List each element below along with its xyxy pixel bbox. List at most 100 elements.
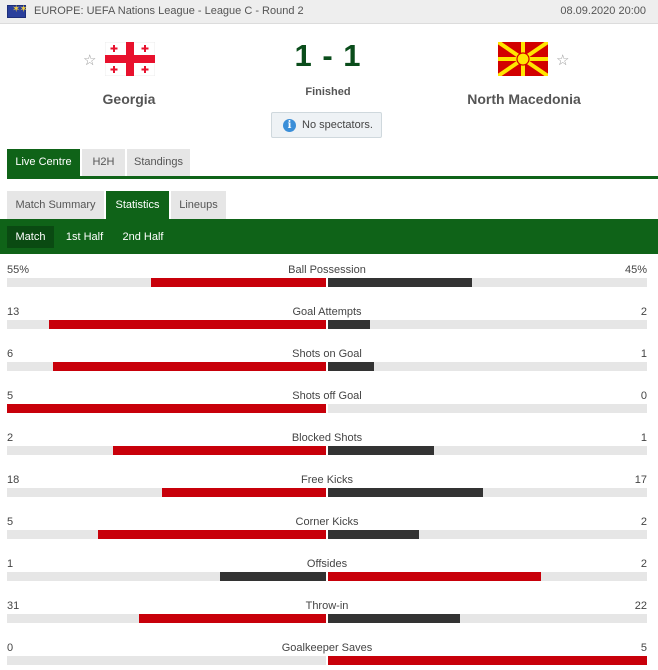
- away-team-name[interactable]: North Macedonia: [444, 91, 604, 107]
- info-text: No spectators.: [302, 119, 373, 131]
- stat-away-value: 1: [640, 348, 647, 360]
- period-2nd-half[interactable]: 2nd Half: [114, 226, 172, 248]
- stat-away-track: [328, 320, 647, 329]
- stat-home-track: [7, 362, 326, 371]
- home-team-name[interactable]: Georgia: [79, 91, 179, 107]
- favorite-star-icon[interactable]: ☆: [556, 51, 569, 69]
- stat-away-bar: [328, 530, 420, 539]
- stat-away-bar: [328, 320, 371, 329]
- stat-away-track: [328, 530, 647, 539]
- match-date: 08.09.2020 20:00: [560, 5, 646, 17]
- stat-away-track: [328, 572, 647, 581]
- stat-row: 0 Goalkeeper Saves 5: [7, 637, 647, 670]
- stat-label: Blocked Shots: [291, 432, 363, 444]
- stat-row: 55% Ball Possession 45%: [7, 259, 647, 301]
- stat-label: Goal Attempts: [292, 306, 362, 318]
- stat-home-track: [7, 614, 326, 623]
- stat-home-track: [7, 488, 326, 497]
- stat-label: Goalkeeper Saves: [281, 642, 373, 654]
- stat-home-bar: [98, 530, 326, 539]
- stat-label: Shots on Goal: [292, 348, 362, 360]
- stat-row: 6 Shots on Goal 1: [7, 343, 647, 385]
- stat-label: Ball Possession: [288, 264, 366, 276]
- stat-away-track: [328, 278, 647, 287]
- stat-away-track: [328, 404, 647, 413]
- favorite-star-icon[interactable]: ☆: [83, 51, 96, 69]
- stat-home-bar: [162, 488, 326, 497]
- georgia-flag-icon: [105, 42, 155, 76]
- stat-home-value: 5: [7, 516, 14, 528]
- stat-home-bar: [52, 362, 326, 371]
- stat-away-value: 2: [640, 516, 647, 528]
- stat-away-value: 45%: [624, 264, 647, 276]
- stat-label: Free Kicks: [301, 474, 353, 486]
- stat-away-value: 17: [634, 474, 647, 486]
- stat-away-bar: [328, 362, 374, 371]
- stat-home-value: 31: [7, 600, 20, 612]
- stat-home-value: 18: [7, 474, 20, 486]
- stat-away-value: 1: [640, 432, 647, 444]
- tab-lineups[interactable]: Lineups: [171, 191, 226, 219]
- stat-row: 5 Corner Kicks 2: [7, 511, 647, 553]
- stat-row: 1 Offsides 2: [7, 553, 647, 595]
- stat-row: 2 Blocked Shots 1: [7, 427, 647, 469]
- stat-label: Corner Kicks: [295, 516, 359, 528]
- stat-home-bar: [49, 320, 326, 329]
- info-icon: i: [283, 119, 296, 132]
- stat-row: 13 Goal Attempts 2: [7, 301, 647, 343]
- stat-label: Offsides: [306, 558, 348, 570]
- stat-away-value: 2: [640, 306, 647, 318]
- stat-away-value: 22: [634, 600, 647, 612]
- stat-label: Throw-in: [305, 600, 349, 612]
- stat-home-bar: [219, 572, 326, 581]
- stat-home-value: 2: [7, 432, 14, 444]
- tabs-underline: [7, 176, 658, 179]
- stat-home-track: [7, 446, 326, 455]
- stat-row: 5 Shots off Goal 0: [7, 385, 647, 427]
- league-title[interactable]: EUROPE: UEFA Nations League - League C -…: [34, 5, 304, 17]
- stat-home-bar: [150, 278, 326, 287]
- period-match[interactable]: Match: [7, 226, 54, 248]
- stat-away-bar: [328, 446, 435, 455]
- tab-h2h[interactable]: H2H: [82, 149, 125, 176]
- tab-statistics[interactable]: Statistics: [106, 191, 169, 219]
- stat-home-value: 13: [7, 306, 20, 318]
- stat-label: Shots off Goal: [292, 390, 362, 402]
- stat-away-track: [328, 656, 647, 665]
- stat-away-bar: [328, 656, 647, 665]
- stat-home-value: 0: [7, 642, 14, 654]
- stat-home-value: 1: [7, 558, 14, 570]
- stat-row: 18 Free Kicks 17: [7, 469, 647, 511]
- stat-home-track: [7, 320, 326, 329]
- tab-match-summary[interactable]: Match Summary: [7, 191, 104, 219]
- period-1st-half[interactable]: 1st Half: [57, 226, 112, 248]
- stat-home-track: [7, 278, 326, 287]
- north-macedonia-flag-icon: [498, 42, 548, 76]
- stat-away-bar: [328, 278, 472, 287]
- tab-live-centre[interactable]: Live Centre: [7, 149, 80, 176]
- stat-home-value: 5: [7, 390, 14, 402]
- europe-flag-icon: ✶✶: [7, 4, 28, 18]
- match-score: 1 - 1: [294, 38, 362, 73]
- stat-away-track: [328, 446, 647, 455]
- stat-home-value: 6: [7, 348, 14, 360]
- match-status: Finished: [305, 86, 351, 98]
- tab-standings[interactable]: Standings: [127, 149, 190, 176]
- stat-home-track: [7, 572, 326, 581]
- stat-away-bar: [328, 488, 484, 497]
- stat-away-bar: [328, 614, 461, 623]
- stat-home-bar: [113, 446, 326, 455]
- stat-home-bar: [7, 404, 326, 413]
- stat-away-track: [328, 488, 647, 497]
- stat-home-bar: [139, 614, 326, 623]
- stat-home-track: [7, 530, 326, 539]
- stat-away-bar: [328, 572, 541, 581]
- stat-home-track: [7, 404, 326, 413]
- info-notice: i No spectators.: [271, 112, 382, 138]
- stat-away-value: 5: [640, 642, 647, 654]
- stat-away-track: [328, 614, 647, 623]
- top-bar: ✶✶ EUROPE: UEFA Nations League - League …: [0, 0, 658, 24]
- stat-away-track: [328, 362, 647, 371]
- stat-home-track: [7, 656, 326, 665]
- period-bar: Match 1st Half 2nd Half: [0, 219, 658, 254]
